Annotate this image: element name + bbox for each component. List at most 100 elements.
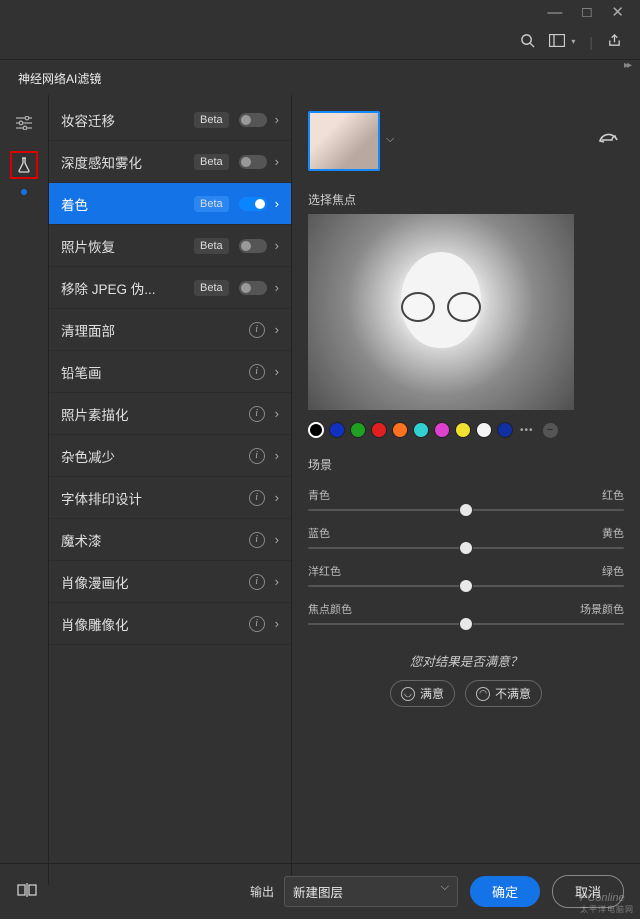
watermark: PConline太平洋电脑网 [580, 892, 634, 915]
filter-item-2[interactable]: 着色Beta› [49, 183, 291, 225]
more-icon[interactable]: ••• [520, 425, 534, 436]
output-select[interactable]: 新建图层 [284, 876, 458, 907]
slider-knob[interactable] [459, 541, 473, 555]
slider-knob[interactable] [459, 579, 473, 593]
close-button[interactable]: ✕ [611, 3, 624, 21]
slider-knob[interactable] [459, 503, 473, 517]
info-icon[interactable]: i [249, 574, 265, 590]
slider-left-label: 蓝色 [308, 525, 330, 541]
info-icon[interactable]: i [249, 322, 265, 338]
panel-tab[interactable]: 神经网络AI滤镜 [8, 62, 111, 95]
remove-swatch-icon[interactable]: − [543, 423, 558, 438]
filter-item-6[interactable]: 铅笔画i › [49, 351, 291, 393]
slider-left-label: 焦点颜色 [308, 601, 352, 617]
filter-name: 着色 [61, 194, 194, 214]
color-swatch[interactable] [413, 422, 429, 438]
color-swatch[interactable] [308, 422, 324, 438]
info-icon[interactable]: i [249, 448, 265, 464]
filter-item-5[interactable]: 清理面部i› [49, 309, 291, 351]
color-swatch[interactable] [371, 422, 387, 438]
color-swatch[interactable] [329, 422, 345, 438]
color-swatch[interactable] [434, 422, 450, 438]
slider-track[interactable] [308, 585, 624, 587]
filter-item-7[interactable]: 照片素描化i› [49, 393, 291, 435]
color-swatch[interactable] [350, 422, 366, 438]
filter-toggle[interactable] [239, 197, 267, 211]
info-icon[interactable]: i [249, 406, 265, 422]
filter-item-8[interactable]: 杂色减少i› [49, 435, 291, 477]
smile-icon: ◡ [401, 687, 415, 701]
info-icon[interactable]: i [249, 490, 265, 506]
maximize-button[interactable]: □ [582, 4, 591, 21]
ok-button[interactable]: 确定 [470, 876, 540, 907]
layout-dropdown-icon[interactable]: ▾ [571, 37, 575, 46]
color-swatch[interactable] [392, 422, 408, 438]
slider-right-label: 绿色 [602, 563, 624, 579]
filter-name: 魔术漆 [61, 530, 249, 550]
face-thumbnail[interactable] [308, 111, 380, 171]
sliders-icon[interactable] [10, 109, 38, 137]
share-icon[interactable] [607, 33, 622, 51]
filter-list: 妆容迁移Beta›深度感知雾化Beta›着色Beta›照片恢复Beta›移除 J… [48, 95, 292, 885]
active-indicator [21, 189, 27, 195]
color-swatch[interactable] [455, 422, 471, 438]
slider-track[interactable] [308, 623, 624, 625]
info-icon[interactable]: i [249, 364, 265, 380]
filter-item-10[interactable]: 魔术漆i› [49, 519, 291, 561]
chevron-right-icon: › [275, 322, 279, 337]
layout-icon[interactable] [549, 34, 565, 50]
chevron-right-icon: › [275, 574, 279, 589]
filter-toggle[interactable] [239, 239, 267, 253]
compare-icon[interactable] [16, 883, 38, 900]
slider-row-3: 焦点颜色 场景颜色 [308, 601, 624, 625]
slider-left-label: 洋红色 [308, 563, 341, 579]
info-icon[interactable]: i [249, 532, 265, 548]
filter-item-3[interactable]: 照片恢复Beta› [49, 225, 291, 267]
preview-image[interactable] [308, 214, 574, 410]
slider-right-label: 黄色 [602, 525, 624, 541]
filter-toggle[interactable] [239, 281, 267, 295]
filter-name: 铅笔画 [61, 362, 249, 382]
filter-toggle[interactable] [239, 113, 267, 127]
search-icon[interactable] [520, 33, 535, 51]
slider-right-label: 红色 [602, 487, 624, 503]
chevron-right-icon: › [275, 490, 279, 505]
slider-knob[interactable] [459, 617, 473, 631]
slider-track[interactable] [308, 509, 624, 511]
focus-label: 选择焦点 [308, 191, 624, 208]
color-swatch[interactable] [497, 422, 513, 438]
frown-icon: ◠ [476, 687, 490, 701]
beta-badge: Beta [194, 154, 229, 170]
feedback-no-button[interactable]: ◠不满意 [465, 680, 542, 707]
filter-item-12[interactable]: 肖像雕像化i › [49, 603, 291, 645]
beta-badge: Beta [194, 196, 229, 212]
filter-item-1[interactable]: 深度感知雾化Beta› [49, 141, 291, 183]
info-icon[interactable]: i [249, 616, 265, 632]
filter-toggle[interactable] [239, 155, 267, 169]
color-swatch[interactable] [476, 422, 492, 438]
thumbnail-dropdown-icon[interactable]: ⌵ [386, 133, 394, 146]
undo-icon[interactable] [598, 131, 618, 152]
flask-icon[interactable] [10, 151, 38, 179]
filter-name: 肖像雕像化 [61, 614, 249, 634]
chevron-right-icon: › [275, 154, 279, 169]
filter-item-11[interactable]: 肖像漫画化i › [49, 561, 291, 603]
filter-item-0[interactable]: 妆容迁移Beta› [49, 99, 291, 141]
slider-right-label: 场景颜色 [580, 601, 624, 617]
feedback-yes-button[interactable]: ◡满意 [390, 680, 455, 707]
chevron-right-icon: › [275, 364, 279, 379]
footer-bar: 输出 新建图层 确定 取消 [0, 863, 640, 919]
slider-left-label: 青色 [308, 487, 330, 503]
settings-panel: ⌵ 选择焦点 •••− 场景 青色红色 蓝色黄色 洋红色绿色 焦点颜色场景颜色 … [292, 95, 640, 885]
chevron-right-icon: › [275, 616, 279, 631]
window-titlebar: — □ ✕ [0, 0, 640, 24]
feedback-question: 您对结果是否满意？ [308, 651, 624, 670]
slider-track[interactable] [308, 547, 624, 549]
filter-name: 肖像漫画化 [61, 572, 249, 592]
collapse-icon[interactable]: ▸▸ [624, 60, 630, 71]
beta-badge: Beta [194, 238, 229, 254]
minimize-button[interactable]: — [547, 4, 562, 21]
chevron-right-icon: › [275, 238, 279, 253]
filter-item-9[interactable]: 字体排印设计i› [49, 477, 291, 519]
filter-item-4[interactable]: 移除 JPEG 伪...Beta› [49, 267, 291, 309]
